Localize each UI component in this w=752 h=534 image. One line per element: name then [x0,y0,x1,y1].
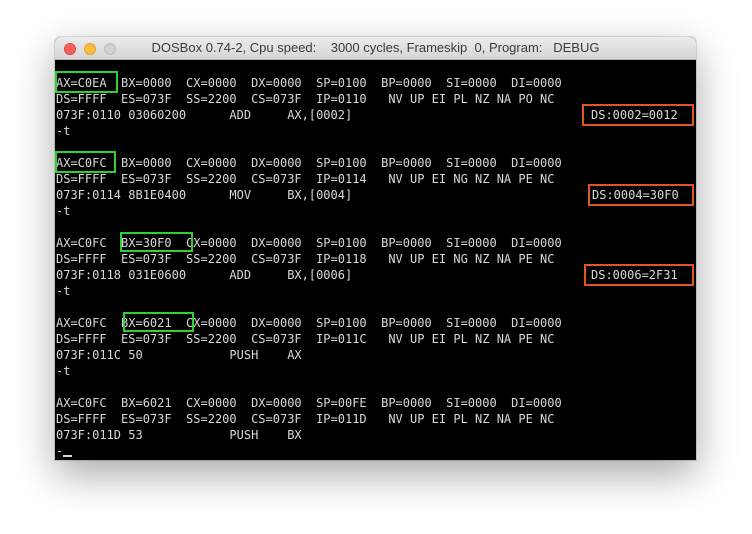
instruction-line: 073F:0110 03060200 ADD AX,[0002] [56,108,353,122]
memory-annotation: DS:0002=0012 [591,108,678,122]
command-line: -t [56,124,71,138]
ax-highlight-box [55,151,116,173]
instruction-line: 073F:0118 031E0600 ADD BX,[0006] [56,268,353,282]
memory-annotation-box: DS:0004=30F0 [588,184,694,206]
memory-annotation-box: DS:0006=2F31 [584,264,694,286]
dosbox-window: DOSBox 0.74-2, Cpu speed: 3000 cycles, F… [55,37,696,460]
command-line: -t [56,284,71,298]
register-line-ds: DS=FFFF ES=073F SS=2200 CS=073F IP=0110 … [56,92,555,106]
register-line-ds: DS=FFFF ES=073F SS=2200 CS=073F IP=011D … [56,412,555,426]
title-bar[interactable]: DOSBox 0.74-2, Cpu speed: 3000 cycles, F… [55,37,696,60]
register-line-ds: DS=FFFF ES=073F SS=2200 CS=073F IP=0114 … [56,172,555,186]
register-line-ds: DS=FFFF ES=073F SS=2200 CS=073F IP=0118 … [56,252,555,266]
ax-highlight-box [55,71,118,93]
memory-annotation: DS:0006=2F31 [591,268,678,282]
command-line: -t [56,204,71,218]
instruction-line: 073F:0114 8B1E0400 MOV BX,[0004] [56,188,353,202]
bx-highlight-box [123,312,194,332]
text-cursor [63,455,72,457]
instruction-line: 073F:011C 50 PUSH AX [56,348,302,362]
debug-terminal[interactable]: AX=C0EA BX=0000 CX=0000 DX=0000 SP=0100 … [55,60,696,460]
register-line-ax: AX=C0FC BX=0000 CX=0000 DX=0000 SP=0100 … [56,156,562,170]
instruction-line: 073F:011D 53 PUSH BX [56,428,302,442]
memory-annotation-box: DS:0002=0012 [582,104,694,126]
window-title: DOSBox 0.74-2, Cpu speed: 3000 cycles, F… [151,40,600,55]
register-line-ax: AX=C0EA BX=0000 CX=0000 DX=0000 SP=0100 … [56,76,562,90]
command-line: -t [56,364,71,378]
bx-highlight-box [120,232,193,252]
register-line-ds: DS=FFFF ES=073F SS=2200 CS=073F IP=011C … [56,332,555,346]
memory-annotation: DS:0004=30F0 [592,188,679,202]
register-line-ax: AX=C0FC BX=6021 CX=0000 DX=0000 SP=00FE … [56,396,562,410]
